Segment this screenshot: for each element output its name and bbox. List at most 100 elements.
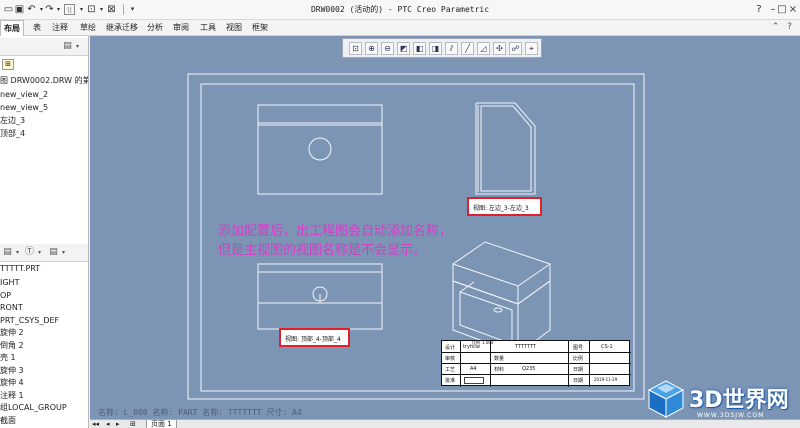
tab-layout[interactable]: 布局 (0, 20, 24, 36)
tree-item-part[interactable]: TTTTT.PRT (0, 264, 40, 274)
tb-craft-label: 工艺 (445, 367, 456, 373)
tb-qty-label: 数量 (494, 356, 505, 362)
isometric-view (452, 241, 551, 355)
datum-axes-icon[interactable]: ╱ (461, 42, 474, 55)
tab-review[interactable]: 审阅 (173, 20, 189, 36)
help-icon[interactable]: ? (784, 22, 795, 33)
tree-item-feature[interactable]: 截面 (0, 416, 16, 426)
annotation-line-2: 但是主视图的视图名称是不会显示。 (218, 243, 427, 258)
tb-size-value: A4 (470, 366, 477, 372)
tab-tools[interactable]: 工具 (200, 20, 216, 36)
tb-review-label: 审核 (445, 356, 456, 362)
tb-rule (589, 341, 590, 387)
tb-rule (442, 363, 631, 364)
repaint-icon[interactable]: ◩ (397, 42, 410, 55)
sheet-tab-1[interactable]: 页面 1 (146, 420, 177, 428)
annotations-icon[interactable]: ☍ (509, 42, 522, 55)
tb-signature-box (464, 377, 484, 384)
tree-item-feature[interactable]: 旋伸 3 (0, 366, 24, 376)
display-style-icon[interactable]: ◧ (413, 42, 426, 55)
first-sheet-icon[interactable]: ◂◂ (92, 420, 99, 428)
model-tree-toolbar: ▤ ▾ Ⓣ ▾ ▤ ▾ (0, 244, 88, 262)
tb-rule (460, 341, 461, 387)
tree-item-feature[interactable]: PRT_CSYS_DEF (0, 316, 59, 326)
tree-item-sheet[interactable]: 图 DRW0002.DRW 的第 1 (0, 76, 88, 86)
tb-rule (490, 341, 491, 387)
drawing-tree-toolbar: ▤ ▾ (0, 38, 88, 56)
tab-annotate[interactable]: 注释 (52, 20, 68, 36)
tree-item-feature[interactable]: 壳 1 (0, 353, 16, 363)
tb-date-label-2: 日期 (573, 378, 584, 384)
tree-item-view[interactable]: new_view_2 (0, 90, 48, 100)
tree-settings-dropdown-icon[interactable]: ▾ (34, 247, 45, 258)
tab-framework[interactable]: 框架 (252, 20, 268, 36)
add-sheet-icon[interactable]: ⊞ (130, 420, 136, 428)
minimize-ribbon-icon[interactable]: ⌃ (770, 22, 781, 33)
tb-approve-label: 批准 (445, 378, 456, 384)
close-button[interactable]: × (786, 3, 800, 16)
navigator-panel: ▤ ▾ ⊞ 图 DRW0002.DRW 的第 1 new_view_2 new_… (0, 36, 89, 428)
tb-material-label: 材料 (494, 367, 505, 373)
tab-view[interactable]: 视图 (226, 20, 242, 36)
tb-rule (442, 352, 631, 353)
tb-design-label: 设计 (445, 345, 456, 351)
next-sheet-icon[interactable]: ▸ (116, 420, 120, 428)
tb-drawing-no-value: CS-1 (601, 344, 613, 350)
top-view-label: 视图: 顶部_4-顶部_4 (285, 336, 341, 343)
tree-item-feature[interactable]: IGHT (0, 278, 19, 288)
tree-item-feature[interactable]: 注释 1 (0, 391, 24, 401)
tree-item-feature[interactable]: 倒角 2 (0, 341, 24, 351)
tb-scale-value: 1.000 (482, 340, 494, 345)
top-view-label-box[interactable]: 视图: 顶部_4-顶部_4 (279, 328, 350, 347)
tree-item-feature[interactable]: 旋伸 2 (0, 328, 24, 338)
tab-sketch[interactable]: 草绘 (80, 20, 96, 36)
tree-item-view[interactable]: new_view_5 (0, 103, 48, 113)
tab-analysis[interactable]: 分析 (147, 20, 163, 36)
tree-item-feature[interactable]: OP (0, 291, 11, 301)
tree-item-view[interactable]: 顶部_4 (0, 129, 25, 139)
spin-center-icon[interactable]: ⌖ (525, 42, 538, 55)
tree-item-feature[interactable]: RONT (0, 303, 23, 313)
tab-legacy-migration[interactable]: 继承迁移 (106, 20, 138, 36)
saved-views-icon[interactable]: ◨ (429, 42, 442, 55)
tb-date-label-1: 日期 (573, 367, 584, 373)
watermark-url: WWW.3DSJW.COM (697, 412, 765, 419)
front-view (257, 104, 383, 195)
tree-item-feature[interactable]: 组LOCAL_GROUP (0, 403, 67, 413)
tb-part-name: TTTTTTT (515, 344, 536, 350)
annotation-line-1: 添加配置后，出工程图会自动添加名称， (218, 224, 453, 239)
zoom-out-icon[interactable]: ⊖ (381, 42, 394, 55)
tree-item-feature[interactable]: 旋伸 4 (0, 378, 24, 388)
watermark-brand: 3D世界网 (689, 388, 789, 413)
show-dropdown-icon[interactable]: ▾ (58, 247, 69, 258)
left-view-label: 视图: 左边_3-左边_3 (473, 205, 529, 212)
top-view (257, 263, 383, 330)
folder-icon[interactable]: ⊞ (2, 59, 14, 70)
tb-rule (442, 374, 631, 375)
left-view-label-box[interactable]: 视图: 左边_3-左边_3 (467, 197, 542, 216)
graphics-toolbar: ⊡ ⊕ ⊖ ◩ ◧ ◨ ⫽ ╱ ◿ ✣ ☍ ⌖ (342, 38, 542, 58)
tb-ratio-label: 比例 (573, 356, 584, 362)
drawing-canvas[interactable]: ⊡ ⊕ ⊖ ◩ ◧ ◨ ⫽ ╱ ◿ ✣ ☍ ⌖ 视图: 左边_3-左边_3 视图… (90, 36, 800, 428)
window-title: DRW0002 (活动的) - PTC Creo Parametric (310, 5, 490, 14)
tb-date-value: 2019-11-29 (594, 377, 618, 382)
refit-icon[interactable]: ⊡ (349, 42, 362, 55)
tree-filter-dropdown-icon[interactable]: ▾ (12, 247, 23, 258)
zoom-in-icon[interactable]: ⊕ (365, 42, 378, 55)
tb-scale-label: 比例 (472, 340, 480, 345)
cube-logo-icon (647, 380, 685, 418)
datum-planes-icon[interactable]: ⫽ (445, 42, 458, 55)
prev-sheet-icon[interactable]: ◂ (106, 420, 110, 428)
tree-item-view[interactable]: 左边_3 (0, 116, 25, 126)
datum-points-icon[interactable]: ◿ (477, 42, 490, 55)
title-block[interactable]: 设计 tryhcw 比例 1.000 TTTTTTT 图号 CS-1 审核 数量… (441, 340, 631, 387)
coordinate-systems-icon[interactable]: ✣ (493, 42, 506, 55)
tab-table[interactable]: 表 (33, 20, 41, 36)
settings-dropdown-icon[interactable]: ▾ (72, 41, 83, 52)
watermark-logo: 3D世界网 WWW.3DSJW.COM (645, 374, 800, 428)
tb-drawing-no-label: 图号 (573, 345, 584, 351)
annotation-note: 添加配置后，出工程图会自动添加名称， 但是主视图的视图名称是不会显示。 (218, 222, 452, 260)
drawing-status-text: 名称: L_000 名称: PART 名称: TTTTTTT 尺寸: A4 (98, 408, 302, 417)
help-question-icon[interactable]: ? (752, 3, 766, 16)
tb-rule (568, 341, 569, 387)
